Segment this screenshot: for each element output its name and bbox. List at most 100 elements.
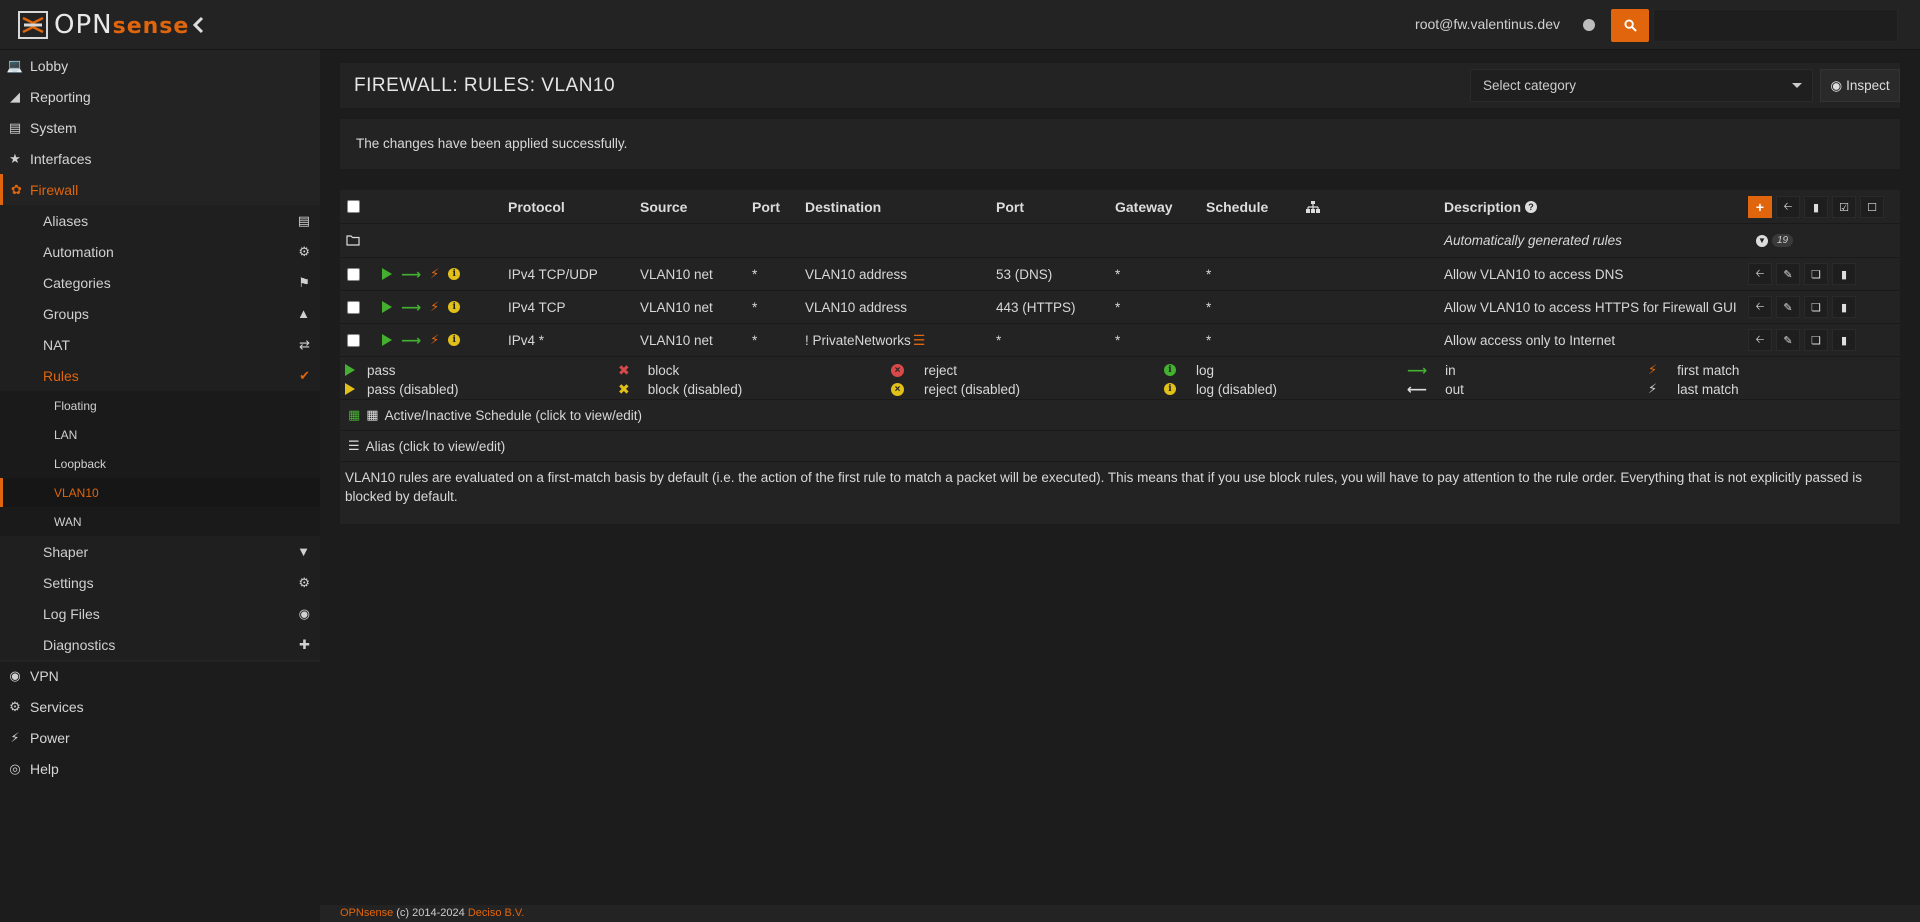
- pass-icon[interactable]: [382, 334, 392, 346]
- edit-button[interactable]: ✎: [1776, 296, 1800, 318]
- clone-button[interactable]: ❏: [1804, 296, 1828, 318]
- row-checkbox[interactable]: [347, 291, 360, 323]
- delete-selected-button[interactable]: ▮: [1804, 196, 1828, 218]
- legend-schedule[interactable]: ▦ ▦ Active/Inactive Schedule (click to v…: [348, 400, 642, 430]
- sidebar-item-firewall[interactable]: ✿ Firewall: [0, 174, 320, 205]
- info-icon[interactable]: i: [448, 301, 461, 313]
- pass-icon[interactable]: [382, 301, 392, 313]
- footer: OPNsense (c) 2014-2024 Deciso B.V.: [320, 905, 1920, 922]
- cell-port: *: [752, 266, 758, 282]
- table-row[interactable]: ⟶ ⚡ i IPv4 TCP VLAN10 net * VLAN10 addre…: [340, 291, 1900, 324]
- alias-list-icon[interactable]: ☰: [913, 332, 926, 349]
- enable-selected-button[interactable]: ☑: [1832, 196, 1856, 218]
- sidebar-rules-vlan10[interactable]: VLAN10: [0, 478, 320, 507]
- select-all-checkbox[interactable]: [347, 190, 360, 223]
- pass-icon[interactable]: [382, 268, 392, 280]
- sidebar-sub-log-files[interactable]: Log Files ◉: [0, 598, 320, 629]
- header-source[interactable]: Source: [640, 190, 687, 223]
- rule-status-icons: ⟶ ⚡ i: [382, 324, 461, 356]
- sidebar-item-services[interactable]: ⚙ Services: [0, 691, 320, 722]
- header-port[interactable]: Port: [752, 190, 780, 223]
- search-button[interactable]: [1611, 9, 1649, 42]
- cell-source: VLAN10 net: [640, 266, 713, 282]
- user-menu[interactable]: root@fw.valentinus.dev: [1415, 16, 1560, 32]
- sidebar-sub-categories[interactable]: Categories ⚑: [0, 267, 320, 298]
- sidebar-item-help[interactable]: ◎ Help: [0, 753, 320, 784]
- sidebar-sub-settings[interactable]: Settings ⚙: [0, 567, 320, 598]
- cell-gateway: *: [1115, 266, 1121, 282]
- legend-schedule-row[interactable]: ▦ ▦ Active/Inactive Schedule (click to v…: [340, 400, 1900, 431]
- sidebar-item-label: System: [30, 119, 77, 136]
- sitemap-icon: [1306, 190, 1320, 223]
- arrow-in-icon: ⟶: [401, 298, 422, 315]
- sidebar-item-interfaces[interactable]: ★ Interfaces: [0, 143, 320, 174]
- info-disabled-icon: i: [1164, 383, 1176, 395]
- sidebar-item-power[interactable]: ⚡ Power: [0, 722, 320, 753]
- sidebar-sub-shaper[interactable]: Shaper ▼: [0, 536, 320, 567]
- move-rules-button[interactable]: 🡠: [1776, 196, 1800, 218]
- inspect-button[interactable]: ◉ Inspect: [1820, 69, 1900, 102]
- sidebar-rules-loopback[interactable]: Loopback: [0, 449, 320, 478]
- sidebar-sub-automation[interactable]: Automation ⚙: [0, 236, 320, 267]
- legend-alias-row[interactable]: ☰ Alias (click to view/edit): [340, 431, 1900, 462]
- sidebar-item-reporting[interactable]: ◢ Reporting: [0, 81, 320, 112]
- trash-icon: ▮: [1840, 268, 1848, 281]
- opnsense-logo[interactable]: OPNsense: [18, 10, 189, 40]
- edit-button[interactable]: ✎: [1776, 329, 1800, 351]
- sidebar-item-system[interactable]: ▤ System: [0, 112, 320, 143]
- arrow-left-icon: 🡠: [1755, 300, 1765, 313]
- rules-note-row: VLAN10 rules are evaluated on a first-ma…: [340, 462, 1900, 512]
- delete-button[interactable]: ▮: [1832, 329, 1856, 351]
- sidebar-sub-diagnostics[interactable]: Diagnostics ✚: [0, 629, 320, 660]
- sidebar-sub-aliases[interactable]: Aliases ▤: [0, 205, 320, 236]
- header-description[interactable]: Description ?: [1444, 190, 1538, 223]
- cell-port: *: [752, 299, 758, 315]
- auto-rules-row[interactable]: Automatically generated rules ▼ 19: [340, 224, 1900, 258]
- collapse-sidebar-button[interactable]: [192, 14, 204, 40]
- search-input[interactable]: [1653, 9, 1898, 42]
- legend-alias[interactable]: ☰ Alias (click to view/edit): [348, 431, 505, 461]
- header-gateway[interactable]: Gateway: [1115, 190, 1173, 223]
- bolt-last-icon: ⚡: [1648, 381, 1658, 396]
- table-row[interactable]: ⟶ ⚡ i IPv4 TCP/UDP VLAN10 net * VLAN10 a…: [340, 258, 1900, 291]
- table-row[interactable]: ⟶ ⚡ i IPv4 * VLAN10 net * ! PrivateNetwo…: [340, 324, 1900, 357]
- delete-button[interactable]: ▮: [1832, 296, 1856, 318]
- delete-button[interactable]: ▮: [1832, 263, 1856, 285]
- status-indicator-icon[interactable]: [1583, 19, 1595, 31]
- header-protocol[interactable]: Protocol: [508, 190, 565, 223]
- sidebar-sub-nat[interactable]: NAT ⇄: [0, 329, 320, 360]
- question-circle-icon[interactable]: ?: [1525, 200, 1538, 213]
- legend-label: first match: [1677, 362, 1740, 378]
- header-schedule[interactable]: Schedule: [1206, 190, 1268, 223]
- add-rule-button[interactable]: +: [1748, 196, 1772, 218]
- row-checkbox[interactable]: [347, 324, 360, 356]
- plug-icon: ⚡: [10, 729, 20, 745]
- sidebar-rules-floating[interactable]: Floating: [0, 391, 320, 420]
- info-icon[interactable]: i: [448, 334, 461, 346]
- cell-destination[interactable]: ! PrivateNetworks ☰: [805, 324, 925, 356]
- move-before-button[interactable]: 🡠: [1748, 296, 1772, 318]
- sidebar-sub-groups[interactable]: Groups ▲: [0, 298, 320, 329]
- move-before-button[interactable]: 🡠: [1748, 329, 1772, 351]
- select-category-dropdown[interactable]: Select category: [1470, 69, 1813, 102]
- info-icon[interactable]: i: [448, 268, 461, 280]
- footer-company-link[interactable]: Deciso B.V.: [468, 907, 524, 919]
- disable-selected-button[interactable]: ☐: [1860, 196, 1884, 218]
- bolt-icon: ⚡: [1648, 362, 1658, 377]
- sidebar-sub-rules[interactable]: Rules ✔: [0, 360, 320, 391]
- sidebar-item-vpn[interactable]: ◉ VPN: [0, 660, 320, 691]
- sidebar-rules-lan[interactable]: LAN: [0, 420, 320, 449]
- sidebar-item-lobby[interactable]: 💻 Lobby: [0, 50, 320, 81]
- cog-icon: ⚙: [9, 698, 21, 714]
- row-checkbox[interactable]: [347, 258, 360, 290]
- clone-button[interactable]: ❏: [1804, 263, 1828, 285]
- expand-auto-rules[interactable]: ▼ 19: [1756, 224, 1794, 257]
- cell-destination: VLAN10 address: [805, 299, 908, 315]
- clone-button[interactable]: ❏: [1804, 329, 1828, 351]
- header-dest-port[interactable]: Port: [996, 190, 1024, 223]
- header-destination[interactable]: Destination: [805, 190, 881, 223]
- sidebar-rules-wan[interactable]: WAN: [0, 507, 320, 536]
- edit-button[interactable]: ✎: [1776, 263, 1800, 285]
- footer-brand-link[interactable]: OPNsense: [340, 907, 393, 919]
- move-before-button[interactable]: 🡠: [1748, 263, 1772, 285]
